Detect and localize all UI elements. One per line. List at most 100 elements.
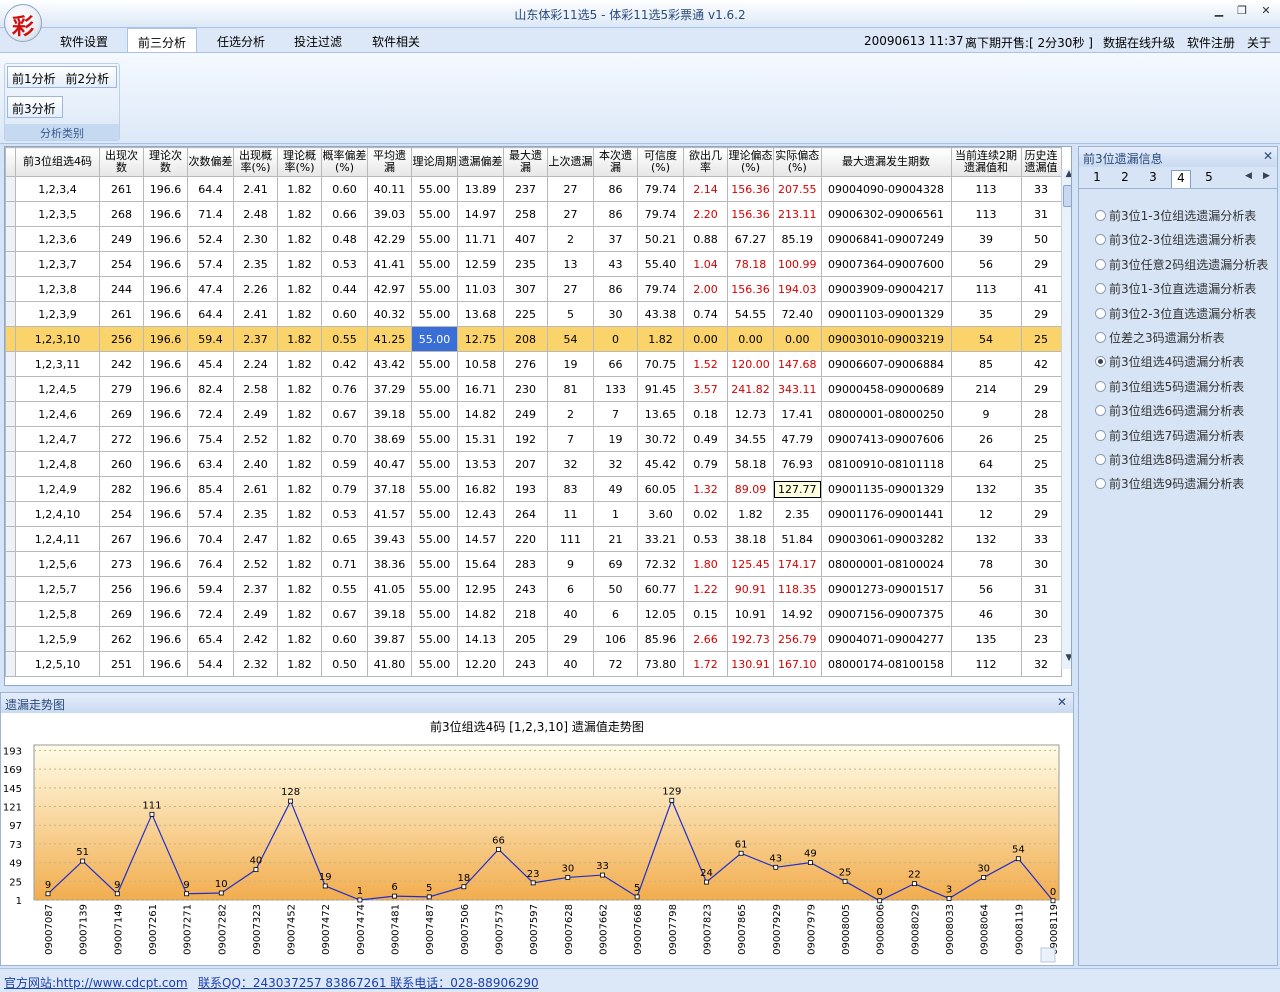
table-cell[interactable]: 56 [950,251,1022,277]
table-cell[interactable]: 09003061-09003282 [820,526,952,552]
table-cell[interactable]: 52.4 [187,226,234,252]
table-cell[interactable]: 156.36 [727,201,774,227]
table-cell[interactable]: 27 [547,176,594,202]
row-indicator[interactable] [5,351,16,377]
table-cell[interactable]: 0.79 [321,476,368,502]
column-header[interactable]: 当前连续2期遗漏值和 [950,147,1022,177]
table-cell[interactable]: 196.6 [143,501,188,527]
table-cell[interactable]: 218 [503,601,548,627]
table-cell[interactable]: 55.00 [411,251,458,277]
table-cell[interactable]: 1.82 [277,301,322,327]
top3-analysis-button[interactable]: 前3分析 [7,96,63,118]
table-cell[interactable]: 1,2,5,7 [15,576,100,602]
table-cell[interactable]: 12.75 [457,326,504,352]
table-cell[interactable]: 33 [1020,526,1062,552]
table-row[interactable]: 1,2,5,9 262 196.6 65.4 2.42 1.82 0.60 39.87 55.0… [5,626,1062,652]
table-cell[interactable]: 2.00 [683,276,728,302]
table-cell[interactable]: 3.60 [637,501,684,527]
table-cell[interactable]: 72.40 [773,301,822,327]
table-cell[interactable]: 86 [593,176,638,202]
table-cell[interactable]: 17.41 [773,401,822,427]
table-cell[interactable]: 37 [593,226,638,252]
table-cell[interactable]: 132 [950,526,1022,552]
table-cell[interactable]: 45.42 [637,451,684,477]
table-cell[interactable]: 09001135-09001329 [820,476,952,502]
table-cell[interactable]: 49 [593,476,638,502]
table-cell[interactable]: 1,2,4,9 [15,476,100,502]
table-cell[interactable]: 31 [1020,201,1062,227]
table-cell[interactable]: 71.4 [187,201,234,227]
table-cell[interactable]: 11.71 [457,226,504,252]
table-cell[interactable]: 15.64 [457,551,504,577]
table-cell[interactable]: 1,2,3,6 [15,226,100,252]
side-tab-3[interactable]: 3 [1143,170,1163,188]
table-cell[interactable]: 0.67 [321,401,368,427]
table-cell[interactable]: 32 [593,451,638,477]
table-cell[interactable]: 12 [950,501,1022,527]
table-cell[interactable]: 35 [1020,476,1062,502]
table-cell[interactable]: 64.4 [187,301,234,327]
table-cell[interactable]: 1.82 [277,326,322,352]
table-row[interactable]: 1,2,3,8 244 196.6 47.4 2.26 1.82 0.44 42.97 55.0… [5,276,1062,302]
table-cell[interactable]: 1.82 [277,351,322,377]
row-indicator[interactable] [5,476,16,502]
table-cell[interactable]: 09007413-09007606 [820,426,952,452]
table-cell[interactable]: 196.6 [143,351,188,377]
table-cell[interactable]: 0.00 [727,326,774,352]
table-cell[interactable]: 55.00 [411,401,458,427]
table-cell[interactable]: 213.11 [773,201,822,227]
table-cell[interactable]: 43.38 [637,301,684,327]
row-indicator[interactable] [5,426,16,452]
table-cell[interactable]: 09000458-09000689 [820,376,952,402]
table-cell[interactable]: 08100910-08101118 [820,451,952,477]
table-cell[interactable]: 55.00 [411,351,458,377]
table-cell[interactable]: 38.36 [367,551,412,577]
table-cell[interactable]: 282 [99,476,144,502]
column-header[interactable]: 本次遗漏 [593,147,638,177]
table-cell[interactable]: 244 [99,276,144,302]
table-cell[interactable]: 10.91 [727,601,774,627]
table-cell[interactable]: 269 [99,401,144,427]
table-cell[interactable]: 39.18 [367,601,412,627]
table-cell[interactable]: 67.27 [727,226,774,252]
radio-icon[interactable] [1095,356,1106,368]
table-cell[interactable]: 32 [1020,651,1062,677]
table-cell[interactable]: 196.6 [143,601,188,627]
table-row[interactable]: 1,2,4,10 254 196.6 57.4 2.35 1.82 0.53 41.57 55.… [5,501,1062,527]
table-cell[interactable]: 272 [99,426,144,452]
menu-top3-analysis[interactable]: 前三分析 [127,28,198,52]
table-cell[interactable]: 113 [950,176,1022,202]
table-row[interactable]: 1,2,3,4 261 196.6 64.4 2.41 1.82 0.60 40.11 55.0… [5,176,1062,202]
table-cell[interactable]: 39.43 [367,526,412,552]
table-cell[interactable]: 69 [593,551,638,577]
row-indicator[interactable] [5,501,16,527]
table-cell[interactable]: 0.53 [321,501,368,527]
column-header[interactable]: 理论次数 [143,147,188,177]
column-header[interactable]: 欲出几率 [683,147,728,177]
table-cell[interactable]: 14.82 [457,401,504,427]
table-cell[interactable]: 254 [99,501,144,527]
table-cell[interactable]: 2.52 [233,551,278,577]
row-indicator[interactable] [5,401,16,427]
table-cell[interactable]: 111 [547,526,594,552]
table-row[interactable]: 1,2,4,11 267 196.6 70.4 2.47 1.82 0.65 39.43 55.… [5,526,1062,552]
table-cell[interactable]: 2.32 [233,651,278,677]
table-cell[interactable]: 2.58 [233,376,278,402]
table-cell[interactable]: 58.18 [727,451,774,477]
table-cell[interactable]: 1,2,5,10 [15,651,100,677]
table-cell[interactable]: 26 [950,426,1022,452]
table-cell[interactable]: 0.79 [683,451,728,477]
table-cell[interactable]: 30.72 [637,426,684,452]
table-cell[interactable]: 1.82 [277,626,322,652]
table-cell[interactable]: 3.57 [683,376,728,402]
table-cell[interactable]: 90.91 [727,576,774,602]
table-cell[interactable]: 1.82 [277,426,322,452]
table-cell[interactable]: 1.82 [277,601,322,627]
table-cell[interactable]: 1.32 [683,476,728,502]
scroll-down-icon[interactable]: ▼ [1062,653,1071,667]
table-cell[interactable]: 256 [99,576,144,602]
table-cell[interactable]: 73.80 [637,651,684,677]
table-cell[interactable]: 6 [547,576,594,602]
table-cell[interactable]: 55.00 [411,626,458,652]
table-cell[interactable]: 1,2,4,11 [15,526,100,552]
